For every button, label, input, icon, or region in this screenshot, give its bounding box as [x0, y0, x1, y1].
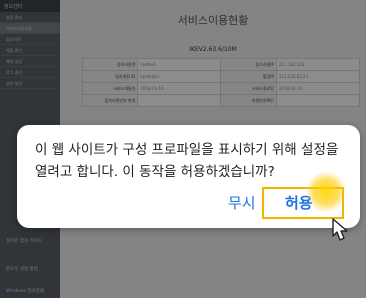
ignore-button[interactable]: 무시 [228, 192, 256, 213]
permission-dialog: 이 웹 사이트가 구성 프로파일을 표시하기 위해 설정을 열려고 합니다. 이… [17, 125, 360, 228]
tap-indicator [306, 172, 346, 212]
dialog-message: 이 웹 사이트가 구성 프로파일을 표시하기 위해 설정을 열려고 합니다. 이… [35, 142, 339, 180]
hand-pointer-icon [332, 218, 348, 241]
